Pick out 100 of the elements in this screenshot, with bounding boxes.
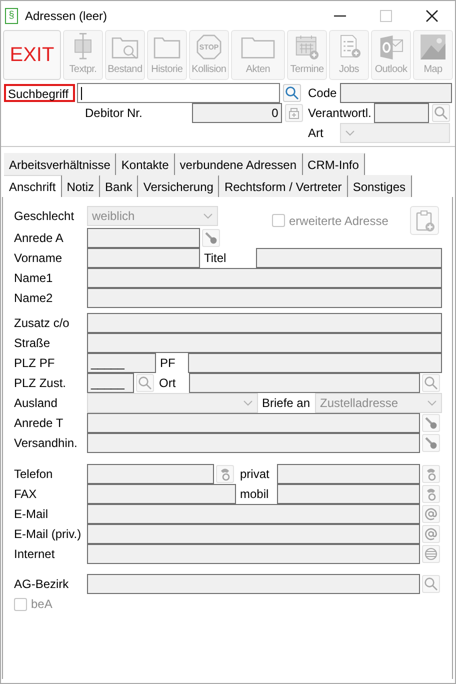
field-label: Verantwortl. [307,106,372,120]
phone-button[interactable] [422,485,440,503]
tab[interactable]: Arbeitsverhältnisse [4,153,116,175]
input-field[interactable] [277,484,420,504]
search-icon [424,577,438,591]
field-label: Versandhin. [14,435,78,452]
search-icon [424,376,438,390]
field-label: E-Mail (priv.) [14,526,82,543]
email-button[interactable] [422,525,440,543]
search-label: Suchbegriff [4,84,75,102]
field-label: E-Mail [14,506,50,523]
key-icon [424,416,438,430]
chevron-icon [427,400,437,406]
field-label: Straße [14,335,52,352]
search-button[interactable] [136,374,154,392]
field-label: PLZ Zust. [14,375,68,392]
input-field[interactable] [87,464,214,484]
input-field[interactable] [87,544,420,564]
field-label: Anrede A [14,230,64,247]
input-field[interactable]: _____ [87,373,134,393]
input-field[interactable] [87,504,420,524]
input-field[interactable] [87,484,236,504]
input-field [374,103,429,123]
field-label: mobil [239,486,270,503]
field-label: FAX [14,486,38,503]
field-label: privat [239,466,270,483]
input-field[interactable] [87,413,420,433]
text-cursor [81,87,82,100]
search-button[interactable] [283,84,301,102]
search-button[interactable] [422,575,440,593]
at-sign-icon [424,507,438,521]
field-label: PLZ PF [14,355,56,372]
key-icon [424,436,438,450]
checkbox-label: beA [31,597,52,611]
checkbox-label: erweiterte Adresse [289,214,388,228]
key-button[interactable] [422,414,440,432]
chevron-icon [243,400,253,406]
search-icon [138,376,152,390]
input-field[interactable] [87,228,200,248]
key-button[interactable] [202,229,220,247]
phone-button[interactable] [422,465,440,483]
tab[interactable]: Anschrift [4,175,62,197]
input-field[interactable] [256,248,442,268]
input-field: 0 [192,103,282,123]
tab[interactable]: Versicherung [138,175,220,197]
input-field[interactable] [87,288,442,308]
input-field[interactable] [87,433,420,453]
key-icon [204,231,218,245]
email-button[interactable] [422,505,440,523]
field-label: Name2 [14,290,54,307]
app-icon: § [5,8,18,24]
field-label: AG-Bezirk [14,576,70,593]
input-field[interactable]: _____ [87,353,156,373]
globe-icon [424,547,438,561]
close-icon [426,10,438,22]
search-icon [285,86,299,100]
search-button[interactable] [422,374,440,392]
input-field[interactable] [87,574,420,594]
input-field[interactable] [188,353,442,373]
minimize-icon [334,14,346,16]
input-field[interactable] [87,268,442,288]
key-button[interactable] [422,434,440,452]
field-label: Art [307,126,324,140]
search-field[interactable] [77,83,280,103]
clipboard-plus-icon [414,208,436,232]
input-field[interactable] [277,464,420,484]
field-label: Vorname [14,250,64,267]
field-label: Ausland [14,395,58,412]
field-label: Geschlecht [14,208,76,225]
tab[interactable]: Notiz [62,175,100,197]
field-label: Titel [203,250,228,267]
input-field[interactable] [189,373,420,393]
tab[interactable]: Kontakte [116,153,175,175]
web-button[interactable] [422,545,440,563]
field-label: Anrede T [14,415,64,432]
tab[interactable]: CRM-Info [302,153,365,175]
input-field[interactable] [87,333,442,353]
search-icon [434,106,448,120]
field-label: Briefe an [261,395,312,412]
chevron-icon [203,213,213,219]
search-button[interactable] [432,104,450,122]
at-sign-icon [424,527,438,541]
window-title: Adressen (leer) [25,8,108,22]
input-field[interactable] [87,313,442,333]
field-label: Ort [158,375,177,392]
tab[interactable]: Sonstiges [348,175,412,197]
tab[interactable]: Bank [100,175,138,197]
field-label: Internet [14,546,56,563]
maximize-icon [380,10,392,22]
field-label: Code [307,86,338,100]
tab[interactable]: Rechtsform / Vertreter [219,175,348,197]
input-field[interactable] [87,248,200,268]
tab[interactable]: verbundene Adressen [174,153,303,175]
field-label: PF [159,355,176,372]
field-label: Debitor Nr. [84,106,144,120]
phone-button[interactable] [216,465,234,483]
exit-button[interactable]: EXIT [3,30,61,80]
input-field[interactable] [87,524,420,544]
field-label: Telefon [14,466,54,483]
field-label: Name1 [14,270,54,287]
